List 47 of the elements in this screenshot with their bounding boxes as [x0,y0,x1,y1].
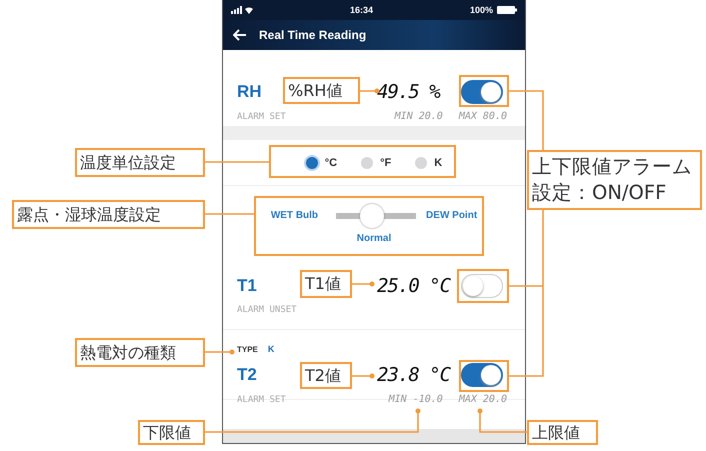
callout-label: 下限値 [138,420,205,445]
mode-left-label: WET Bulb [270,210,318,221]
alarm-status: ALARM UNSET [237,305,297,315]
callout-label: %RH値 [283,77,360,104]
back-arrow-icon[interactable] [233,29,247,41]
leader-line [205,161,270,163]
screen-title: Real Time Reading [259,28,366,42]
leader-line [205,213,255,215]
alarm-status: ALARM SET [237,112,286,122]
callout-label: T2値 [300,362,352,389]
reading-value: 25.0 °C [377,275,450,297]
callout-label: 露点・湿球温度設定 [12,200,205,229]
channel-label: T2 [237,365,257,385]
max-limit: MAX 20.0 [458,394,507,405]
leader-line [352,374,374,378]
mode-value: Normal [356,232,392,244]
leader-line [478,408,527,433]
unit-option[interactable]: °F [361,156,392,168]
reading-value: 49.5 % [377,81,440,103]
type-value: K [268,344,274,354]
channel-label: RH [237,82,262,102]
leader-line [205,350,234,354]
type-label: TYPE [237,344,258,354]
alarm-status: ALARM SET [237,394,286,404]
callout-label: 上下限値アラーム設定：ON/OFF [527,150,702,210]
unit-option[interactable]: K [415,156,442,168]
status-time: 16:34 [348,5,374,15]
callout-label: 温度単位設定 [75,148,205,177]
max-limit: MAX 80.0 [458,111,507,122]
alarm-toggle[interactable] [461,363,503,387]
min-limit: MIN 20.0 [394,111,443,122]
min-limit: MIN -10.0 [388,394,443,405]
signal-icon [231,6,253,14]
channel-label: T1 [237,276,257,296]
unit-option[interactable]: °C [306,156,338,168]
battery-level: 100% [470,5,493,15]
callout-label: 熱電対の種類 [75,338,205,367]
callout-label: T1値 [300,270,352,298]
leader-line [352,282,374,286]
mode-right-label: DEW Point [426,210,478,221]
callout-label: 上限値 [527,420,598,445]
battery-icon [497,6,517,14]
highlight-frame [457,269,509,303]
alarm-toggle[interactable] [461,80,503,104]
highlight-frame [459,360,509,392]
reading-value: 23.8 °C [377,364,450,386]
highlight-frame [459,75,509,107]
